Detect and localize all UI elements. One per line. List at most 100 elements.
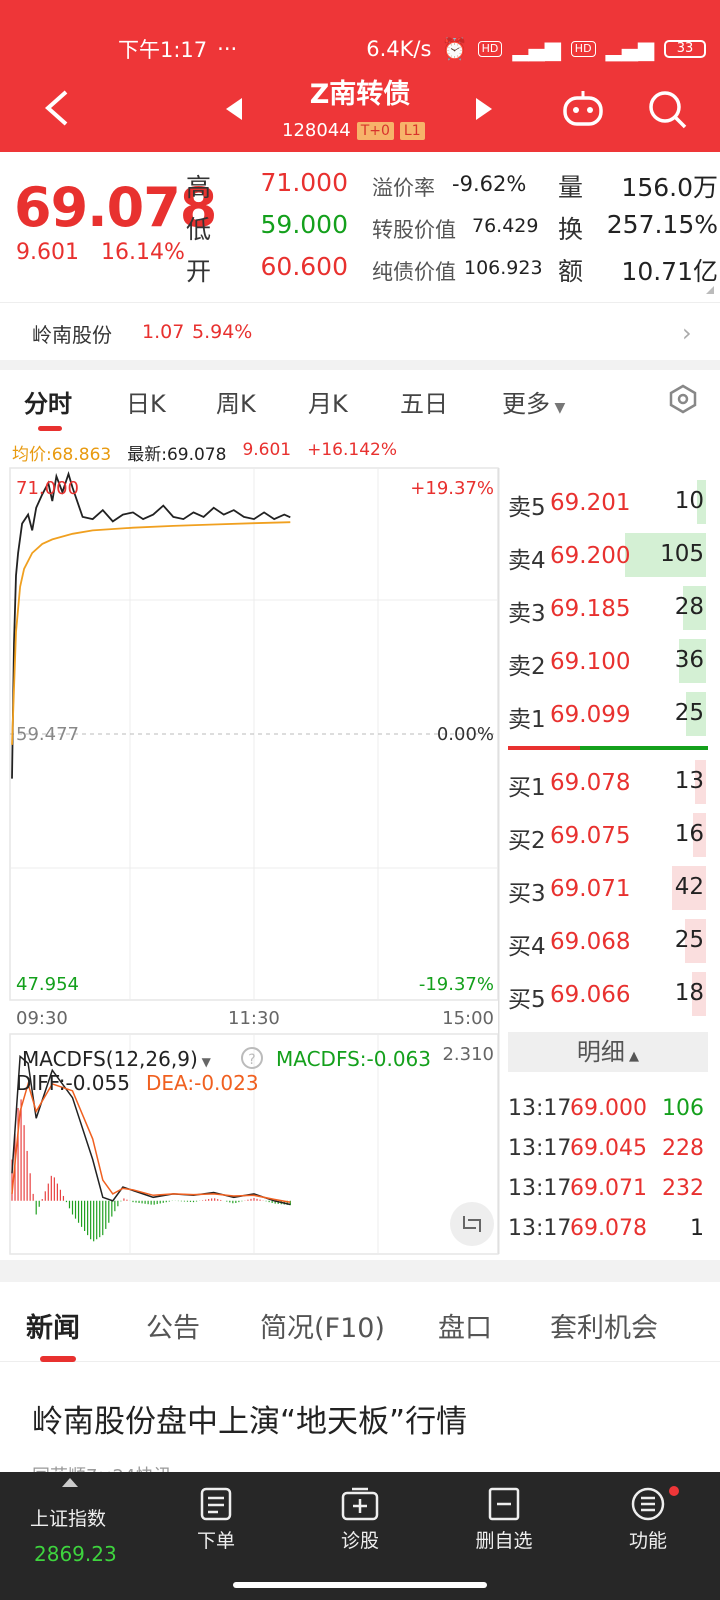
diagnose-button[interactable]: 诊股 bbox=[310, 1486, 410, 1553]
detail-title: 明细 bbox=[576, 1038, 625, 1066]
tick-row: 13:17 69.045 228 bbox=[508, 1136, 708, 1170]
level-volume: 10 bbox=[674, 488, 704, 514]
sell-level-row[interactable]: 卖4 69.200 105 bbox=[508, 533, 708, 579]
level-price: 69.078 bbox=[550, 770, 631, 796]
x-tick-label: 11:30 bbox=[228, 1008, 280, 1029]
level-price: 69.099 bbox=[550, 702, 631, 728]
index-value: 2869.23 bbox=[34, 1542, 117, 1566]
tick-price: 69.045 bbox=[570, 1136, 647, 1161]
x-tick-label: 09:30 bbox=[16, 1008, 68, 1029]
tick-row: 13:17 69.078 1 bbox=[508, 1216, 708, 1250]
order-label: 下单 bbox=[196, 1530, 235, 1552]
level-volume: 105 bbox=[660, 541, 704, 567]
tick-price: 69.071 bbox=[570, 1176, 647, 1201]
macd-name-text: MACDFS(12,26,9) bbox=[22, 1047, 198, 1071]
level-label: 买4 bbox=[508, 934, 546, 960]
news-list: 岭南股份盘中上演“地天板”行情 同花顺7×24快讯 bbox=[0, 1362, 720, 1472]
buy-level-row[interactable]: 买5 69.066 18 bbox=[508, 972, 708, 1018]
diagnose-label: 诊股 bbox=[340, 1530, 379, 1552]
tick-volume: 228 bbox=[662, 1136, 704, 1161]
index-ticker[interactable]: 上证指数 2869.23 bbox=[0, 1472, 142, 1600]
level-label: 卖2 bbox=[508, 654, 546, 680]
tab-news[interactable]: 新闻 bbox=[26, 1306, 80, 1345]
tick-volume: 232 bbox=[662, 1176, 704, 1201]
tick-volume: 1 bbox=[690, 1216, 704, 1241]
level-price: 69.185 bbox=[550, 596, 631, 622]
functions-label: 功能 bbox=[628, 1530, 667, 1552]
level-volume: 16 bbox=[674, 821, 704, 847]
sell-level-row[interactable]: 卖5 69.201 10 bbox=[508, 480, 708, 526]
caret-up-icon: ▲ bbox=[624, 1049, 640, 1064]
level-volume: 18 bbox=[674, 980, 704, 1006]
level-volume: 36 bbox=[674, 647, 704, 673]
level-price: 69.071 bbox=[550, 876, 631, 902]
news-meta: 同花顺7×24快讯 bbox=[32, 1462, 171, 1472]
order-doc-icon bbox=[200, 1487, 232, 1521]
index-name: 上证指数 bbox=[30, 1508, 107, 1530]
y-top-pct: +19.37% bbox=[410, 478, 494, 499]
tick-time: 13:17 bbox=[508, 1216, 572, 1241]
news-tabs: 新闻 公告 简况(F10) 盘口 套利机会 bbox=[0, 1282, 720, 1362]
fullscreen-icon[interactable] bbox=[450, 1202, 494, 1246]
level-label: 卖3 bbox=[508, 601, 546, 627]
level-price: 69.068 bbox=[550, 929, 631, 955]
level-label: 买2 bbox=[508, 828, 546, 854]
detail-header[interactable]: 明细 ▲ bbox=[508, 1032, 708, 1072]
buy-level-row[interactable]: 买4 69.068 25 bbox=[508, 919, 708, 965]
remove-watchlist-button[interactable]: 删自选 bbox=[454, 1486, 554, 1553]
level-label: 卖1 bbox=[508, 707, 546, 733]
level-volume: 28 bbox=[674, 594, 704, 620]
level-volume: 25 bbox=[674, 927, 704, 953]
series-line-avg bbox=[11, 521, 291, 745]
level-volume: 25 bbox=[674, 700, 704, 726]
sell-level-row[interactable]: 卖1 69.099 25 bbox=[508, 692, 708, 738]
tick-row: 13:17 69.071 232 bbox=[508, 1176, 708, 1210]
tick-row: 13:17 69.000 106 bbox=[508, 1096, 708, 1130]
buy-level-row[interactable]: 买1 69.078 13 bbox=[508, 760, 708, 806]
buy-level-row[interactable]: 买2 69.075 16 bbox=[508, 813, 708, 859]
tick-time: 13:17 bbox=[508, 1176, 572, 1201]
diagnose-icon bbox=[341, 1487, 379, 1521]
bottom-nav: 上证指数 2869.23 下单 诊股 删自选 功能 bbox=[0, 1472, 720, 1600]
caret-up-icon bbox=[62, 1478, 78, 1487]
home-indicator[interactable] bbox=[233, 1582, 487, 1588]
functions-button[interactable]: 功能 bbox=[598, 1486, 698, 1553]
macdfs-value: MACDFS:-0.063 bbox=[276, 1047, 431, 1071]
tab-handicap[interactable]: 盘口 bbox=[438, 1306, 492, 1345]
menu-circle-icon bbox=[631, 1487, 665, 1521]
dea-value: DEA:-0.023 bbox=[146, 1071, 259, 1095]
level-label: 买5 bbox=[508, 987, 546, 1013]
panel-divider bbox=[498, 468, 500, 1254]
order-button[interactable]: 下单 bbox=[166, 1486, 266, 1553]
tab-arbitrage[interactable]: 套利机会 bbox=[550, 1306, 658, 1345]
sell-level-row[interactable]: 卖3 69.185 28 bbox=[508, 586, 708, 632]
y-mid-pct: 0.00% bbox=[437, 724, 494, 745]
tick-time: 13:17 bbox=[508, 1136, 572, 1161]
sell-level-row[interactable]: 卖2 69.100 36 bbox=[508, 639, 708, 685]
level-price: 69.066 bbox=[550, 982, 631, 1008]
macd-name[interactable]: MACDFS(12,26,9) ▼ bbox=[22, 1047, 212, 1071]
macd-right-value: 2.310 bbox=[442, 1044, 494, 1065]
news-headline[interactable]: 岭南股份盘中上演“地天板”行情 bbox=[32, 1396, 467, 1441]
diff-value: DIFF:-0.055 bbox=[16, 1071, 130, 1095]
level-price: 69.200 bbox=[550, 543, 631, 569]
tab-announcements[interactable]: 公告 bbox=[146, 1306, 200, 1345]
tick-price: 69.078 bbox=[570, 1216, 647, 1241]
tick-price: 69.000 bbox=[570, 1096, 647, 1121]
buy-level-row[interactable]: 买3 69.071 42 bbox=[508, 866, 708, 912]
level-label: 卖4 bbox=[508, 548, 546, 574]
y-bottom-label: 47.954 bbox=[16, 974, 79, 995]
tick-time: 13:17 bbox=[508, 1096, 572, 1121]
y-bottom-pct: -19.37% bbox=[419, 974, 494, 995]
macd-dropdown-icon: ▼ bbox=[198, 1055, 212, 1069]
macd-help-icon[interactable]: ? bbox=[241, 1047, 263, 1069]
notification-dot bbox=[669, 1486, 679, 1496]
tick-volume: 106 bbox=[662, 1096, 704, 1121]
level-label: 买1 bbox=[508, 775, 546, 801]
tab-f10[interactable]: 简况(F10) bbox=[260, 1306, 385, 1345]
level-price: 69.100 bbox=[550, 649, 631, 675]
level-price: 69.201 bbox=[550, 490, 631, 516]
y-top-label: 71.000 bbox=[16, 478, 79, 499]
level-label: 买3 bbox=[508, 881, 546, 907]
level-volume: 42 bbox=[674, 874, 704, 900]
